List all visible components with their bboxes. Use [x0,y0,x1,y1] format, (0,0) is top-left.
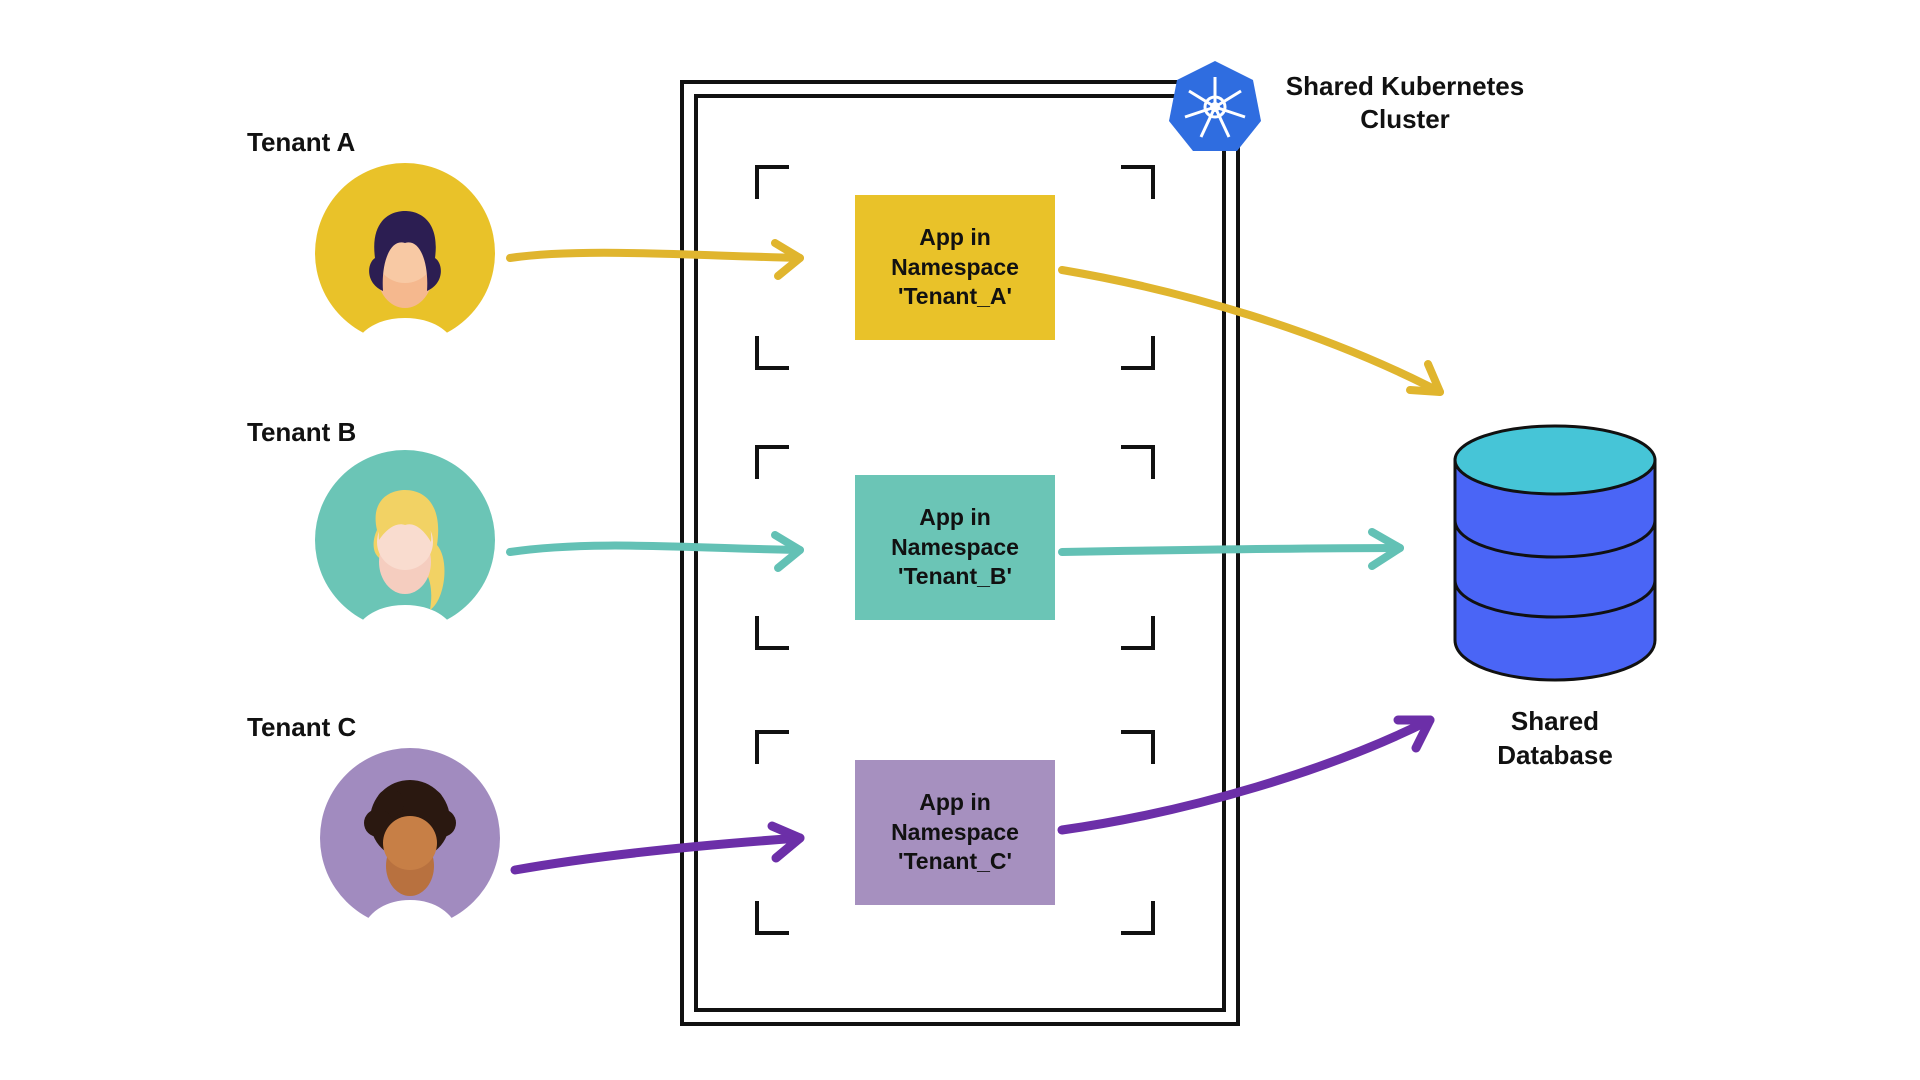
arrow-tenant-b-to-app [510,535,800,568]
arrows-layer [0,0,1920,1080]
arrow-app-b-to-db [1062,532,1400,566]
arrow-app-c-to-db [1062,720,1430,830]
arrow-tenant-c-to-app [515,826,800,870]
arrow-app-a-to-db [1062,270,1440,392]
arrow-tenant-a-to-app [510,243,800,276]
